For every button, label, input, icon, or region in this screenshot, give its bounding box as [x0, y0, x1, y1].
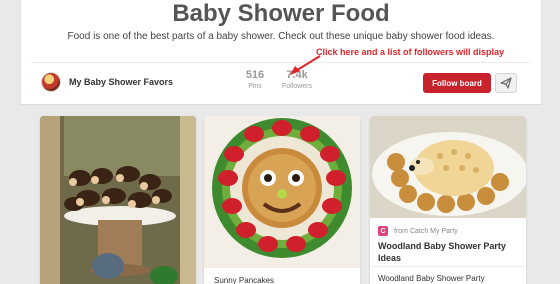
pin-card[interactable]: Sunny Pancakes [204, 116, 360, 284]
follow-board-button[interactable]: Follow board [423, 73, 491, 93]
source-text[interactable]: from Catch My Party [394, 228, 458, 235]
avatar[interactable] [41, 72, 61, 92]
source-logo-icon: C [378, 226, 388, 236]
pins-label: Pins [248, 83, 262, 90]
pin-subtitle[interactable]: Woodland Baby Shower Party [378, 274, 526, 283]
send-button[interactable] [495, 73, 517, 93]
pins-count[interactable]: 516 [231, 69, 279, 82]
pin-caption[interactable]: Sunny Pancakes [214, 276, 274, 284]
board-description: Food is one of the best parts of a baby … [67, 31, 495, 42]
board-title: Baby Shower Food [172, 0, 390, 27]
pins-stat[interactable]: 516 Pins [231, 69, 279, 92]
pin-title[interactable]: Woodland Baby Shower Party Ideas [378, 240, 526, 264]
pin-image[interactable] [370, 116, 526, 218]
pin-source[interactable]: C from Catch My Party [378, 226, 458, 236]
followers-label: Followers [282, 83, 312, 90]
send-icon [500, 77, 512, 89]
header-divider [31, 62, 531, 63]
pin-card[interactable] [40, 116, 196, 284]
board-owner[interactable]: My Baby Shower Favors [41, 70, 173, 94]
pin-card[interactable]: C from Catch My Party Woodland Baby Show… [370, 116, 526, 284]
pin-divider [370, 266, 526, 267]
owner-name[interactable]: My Baby Shower Favors [69, 77, 173, 87]
annotation-text: Click here and a list of followers will … [316, 47, 505, 57]
pin-image[interactable] [204, 116, 360, 268]
pin-image[interactable] [40, 116, 196, 284]
